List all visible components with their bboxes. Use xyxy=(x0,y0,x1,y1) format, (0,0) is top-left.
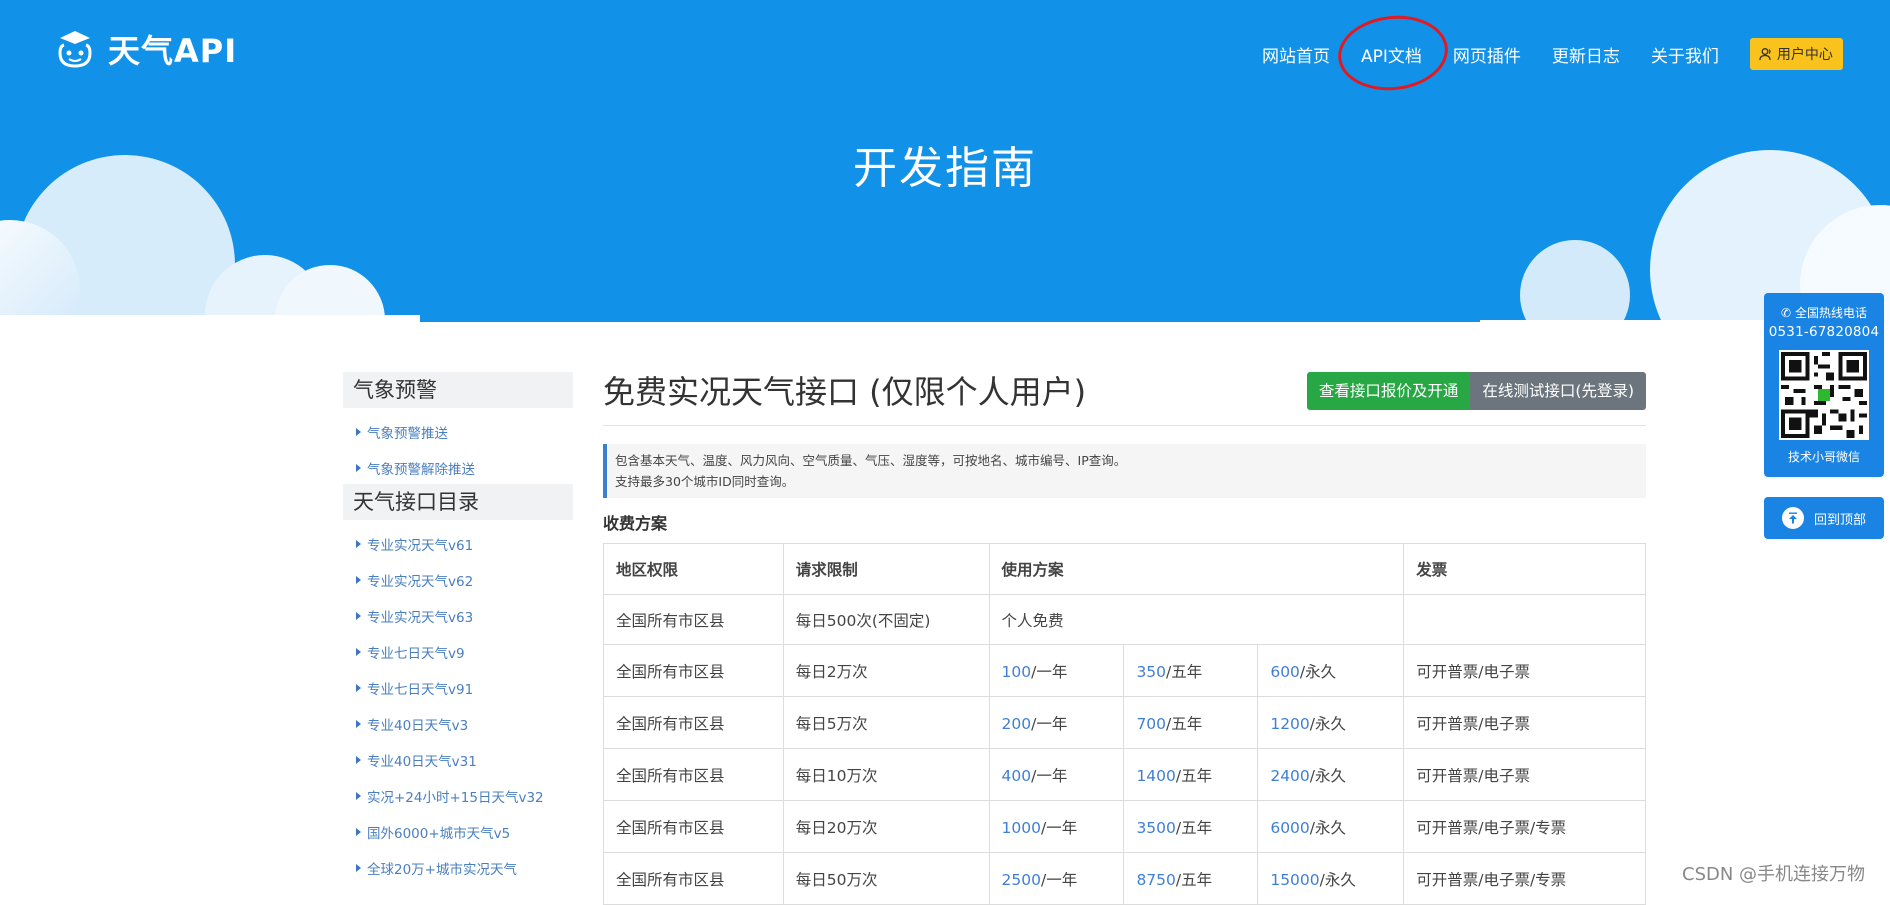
col-header-limit: 请求限制 xyxy=(782,543,990,595)
price-link[interactable]: 3500 xyxy=(1136,819,1175,837)
nav-home[interactable]: 网站首页 xyxy=(1262,42,1330,67)
weather-mascot-icon xyxy=(58,31,92,68)
table-row: 全国所有市区县 每日2万次 100/一年 350/五年 600/永久 可开普票/… xyxy=(603,644,1646,697)
price-link[interactable]: 2500 xyxy=(1002,871,1041,889)
page-title: 开发指南 xyxy=(853,143,1037,194)
price-link[interactable]: 600 xyxy=(1270,663,1300,681)
table-row: 全国所有市区县 每日500次(不固定) 个人免费 xyxy=(603,594,1646,645)
price-link[interactable]: 700 xyxy=(1136,715,1166,733)
table-row: 全国所有市区县 每日20万次 1000/一年 3500/五年 6000/永久 可… xyxy=(603,800,1646,853)
caret-right-icon xyxy=(356,684,361,692)
back-to-top-label: 回到顶部 xyxy=(1813,512,1866,528)
price-link[interactable]: 8750 xyxy=(1136,871,1175,889)
caret-right-icon xyxy=(356,612,361,620)
docs-sidebar: 气象预警 气象预警推送 气象预警解除推送 天气接口目录 专业实况天气v61 专业… xyxy=(343,372,573,886)
sidebar-heading-alerts: 气象预警 xyxy=(343,372,573,408)
sidebar-item[interactable]: 专业40日天气v31 xyxy=(343,742,573,778)
caret-right-icon xyxy=(356,576,361,584)
price-link[interactable]: 400 xyxy=(1002,767,1032,785)
caret-right-icon xyxy=(356,464,361,472)
price-link[interactable]: 350 xyxy=(1136,663,1166,681)
caret-right-icon xyxy=(356,864,361,872)
main-content: 免费实况天气接口 (仅限个人用户) 查看接口报价及开通 在线测试接口(先登录) … xyxy=(603,368,1646,905)
api-description: 包含基本天气、温度、风力风向、空气质量、气压、湿度等，可按地名、城市编号、IP查… xyxy=(603,444,1646,498)
sidebar-item[interactable]: 专业40日天气v3 xyxy=(343,706,573,742)
hotline-label: 全国热线电话 xyxy=(1794,306,1867,320)
col-header-plan: 使用方案 xyxy=(988,543,1405,595)
table-row: 全国所有市区县 每日50万次 2500/一年 8750/五年 15000/永久 … xyxy=(603,852,1646,905)
hero-banner: 天气API 网站首页 API文档 网页插件 更新日志 关于我们 用户中心 开发指… xyxy=(0,0,1890,322)
price-link[interactable]: 100 xyxy=(1002,663,1032,681)
sidebar-item[interactable]: 气象预警推送 xyxy=(343,414,573,450)
wechat-label: 技术小哥微信 xyxy=(1787,450,1860,464)
price-link[interactable]: 6000 xyxy=(1270,819,1309,837)
sidebar-item[interactable]: 专业实况天气v62 xyxy=(343,562,573,598)
col-header-invoice: 发票 xyxy=(1403,543,1646,595)
back-to-top-button[interactable]: 回到顶部 xyxy=(1764,497,1884,539)
sidebar-item[interactable]: 专业实况天气v61 xyxy=(343,526,573,562)
caret-right-icon xyxy=(356,428,361,436)
nav-changelog[interactable]: 更新日志 xyxy=(1552,42,1620,67)
caret-right-icon xyxy=(356,648,361,656)
price-link[interactable]: 1400 xyxy=(1136,767,1175,785)
caret-right-icon xyxy=(356,756,361,764)
caret-right-icon xyxy=(356,792,361,800)
watermark: CSDN @手机连接万物 xyxy=(1682,864,1866,885)
user-center-button[interactable]: 用户中心 xyxy=(1749,38,1843,70)
price-link[interactable]: 2400 xyxy=(1270,767,1309,785)
table-header-row: 地区权限 请求限制 使用方案 发票 xyxy=(603,543,1646,595)
logo-text: 天气API xyxy=(108,32,238,70)
site-logo[interactable]: 天气API xyxy=(52,24,237,74)
sidebar-item[interactable]: 国外6000+城市天气v5 xyxy=(343,814,573,850)
table-row: 全国所有市区县 每日10万次 400/一年 1400/五年 2400/永久 可开… xyxy=(603,748,1646,801)
caret-right-icon xyxy=(356,720,361,728)
annotation-circle xyxy=(1334,10,1452,96)
sidebar-item[interactable]: 专业实况天气v63 xyxy=(343,598,573,634)
arrow-up-icon xyxy=(1781,507,1804,529)
sidebar-heading-weather-apis: 天气接口目录 xyxy=(343,484,573,520)
pricing-button[interactable]: 查看接口报价及开通 xyxy=(1306,372,1471,410)
user-icon xyxy=(1759,48,1771,61)
sidebar-item[interactable]: 专业七日天气v91 xyxy=(343,670,573,706)
description-line: 包含基本天气、温度、风力风向、空气质量、气压、湿度等，可按地名、城市编号、IP查… xyxy=(615,453,1127,468)
price-link[interactable]: 1200 xyxy=(1270,715,1309,733)
test-api-button[interactable]: 在线测试接口(先登录) xyxy=(1470,372,1646,410)
description-line: 支持最多30个城市ID同时查询。 xyxy=(615,474,795,489)
wechat-qr-code xyxy=(1779,350,1869,440)
user-center-label: 用户中心 xyxy=(1776,47,1833,63)
pricing-heading: 收费方案 xyxy=(603,514,668,533)
hotline-number[interactable]: 0531-67820804 xyxy=(1764,324,1884,340)
price-link[interactable]: 15000 xyxy=(1270,871,1319,889)
title-divider xyxy=(603,425,1646,426)
sidebar-item[interactable]: 气象预警解除推送 xyxy=(343,450,573,486)
price-link[interactable]: 200 xyxy=(1002,715,1032,733)
pricing-table: 地区权限 请求限制 使用方案 发票 全国所有市区县 每日500次(不固定) 个人… xyxy=(603,543,1646,905)
col-header-region: 地区权限 xyxy=(603,543,784,595)
hotline-widget: ✆ 全国热线电话 0531-67820804 技术小哥微信 xyxy=(1764,293,1884,477)
nav-web-plugins[interactable]: 网页插件 xyxy=(1453,42,1521,67)
sidebar-item[interactable]: 全球20万+城市实况天气 xyxy=(343,850,573,886)
caret-right-icon xyxy=(356,540,361,548)
sidebar-item[interactable]: 专业七日天气v9 xyxy=(343,634,573,670)
nav-about[interactable]: 关于我们 xyxy=(1651,42,1719,67)
table-row: 全国所有市区县 每日5万次 200/一年 700/五年 1200/永久 可开普票… xyxy=(603,696,1646,749)
action-button-group: 查看接口报价及开通 在线测试接口(先登录) xyxy=(1306,372,1646,410)
price-link[interactable]: 1000 xyxy=(1002,819,1041,837)
phone-icon: ✆ xyxy=(1781,306,1792,320)
sidebar-item[interactable]: 实况+24小时+15日天气v32 xyxy=(343,778,573,814)
caret-right-icon xyxy=(356,828,361,836)
